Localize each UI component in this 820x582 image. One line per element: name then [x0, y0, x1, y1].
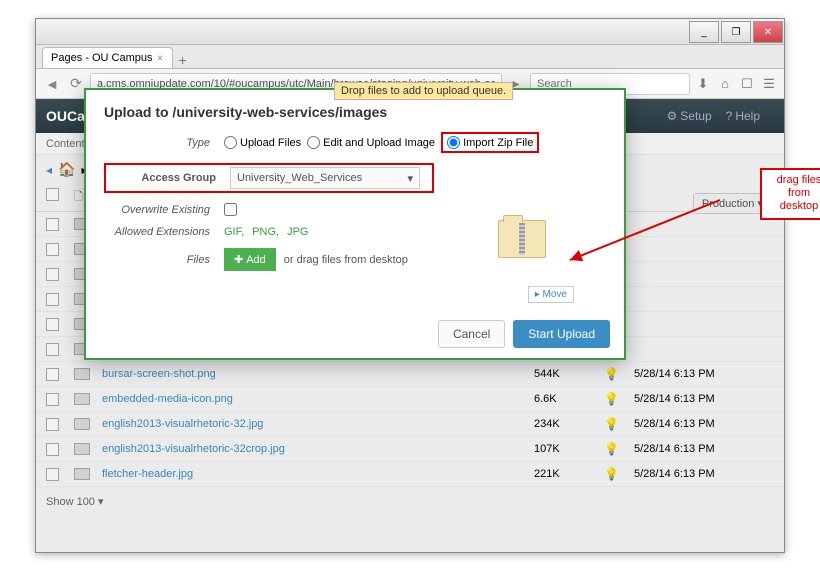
crumb-content[interactable]: Content: [46, 138, 85, 150]
back-button[interactable]: ◄: [42, 74, 62, 94]
access-group-select[interactable]: University_Web_Services▾: [230, 167, 420, 189]
overwrite-label: Overwrite Existing: [104, 204, 224, 216]
reload-button[interactable]: ⟳: [66, 74, 86, 94]
add-button[interactable]: ✚ Add: [224, 248, 276, 271]
files-label: Files: [104, 254, 224, 266]
chevron-down-icon: ▾: [407, 172, 413, 185]
new-tab-button[interactable]: +: [179, 52, 187, 68]
drop-tooltip: Drop files to add to upload queue.: [334, 82, 513, 100]
home-icon[interactable]: ⌂: [716, 75, 734, 93]
modal-title: Upload to /university-web-services/image…: [104, 104, 606, 120]
close-button[interactable]: ✕: [753, 21, 783, 43]
minimize-button[interactable]: _: [689, 21, 719, 43]
ext-label: Allowed Extensions: [104, 226, 224, 238]
radio-upload-files[interactable]: Upload Files: [224, 136, 301, 149]
access-group-label: Access Group: [110, 172, 230, 184]
maximize-button[interactable]: ❐: [721, 21, 751, 43]
radio-import-zip[interactable]: Import Zip File: [441, 132, 539, 153]
bookmark-icon[interactable]: ☐: [738, 75, 756, 93]
tab-close-icon[interactable]: ×: [156, 51, 163, 65]
browser-tab[interactable]: Pages - OU Campus ×: [42, 47, 173, 68]
titlebar: _ ❐ ✕: [36, 19, 784, 45]
zip-icon: [492, 220, 552, 280]
overwrite-checkbox[interactable]: [224, 203, 237, 216]
move-button[interactable]: ▸ Move: [528, 286, 574, 303]
drag-text: or drag files from desktop: [284, 254, 408, 266]
upload-modal: Drop files to add to upload queue. Uploa…: [84, 88, 626, 360]
cancel-button[interactable]: Cancel: [438, 320, 505, 348]
download-icon[interactable]: ⬇: [694, 75, 712, 93]
start-upload-button[interactable]: Start Upload: [513, 320, 610, 348]
type-label: Type: [104, 137, 224, 149]
menu-icon[interactable]: ☰: [760, 75, 778, 93]
nav-help[interactable]: ? Help: [726, 109, 760, 123]
radio-edit-upload[interactable]: Edit and Upload Image: [307, 136, 435, 149]
tab-title: Pages - OU Campus: [51, 52, 152, 64]
callout-drag-files: drag files from desktop: [760, 168, 820, 220]
nav-setup[interactable]: ⚙ Setup: [667, 109, 712, 123]
tabbar: Pages - OU Campus × +: [36, 45, 784, 69]
